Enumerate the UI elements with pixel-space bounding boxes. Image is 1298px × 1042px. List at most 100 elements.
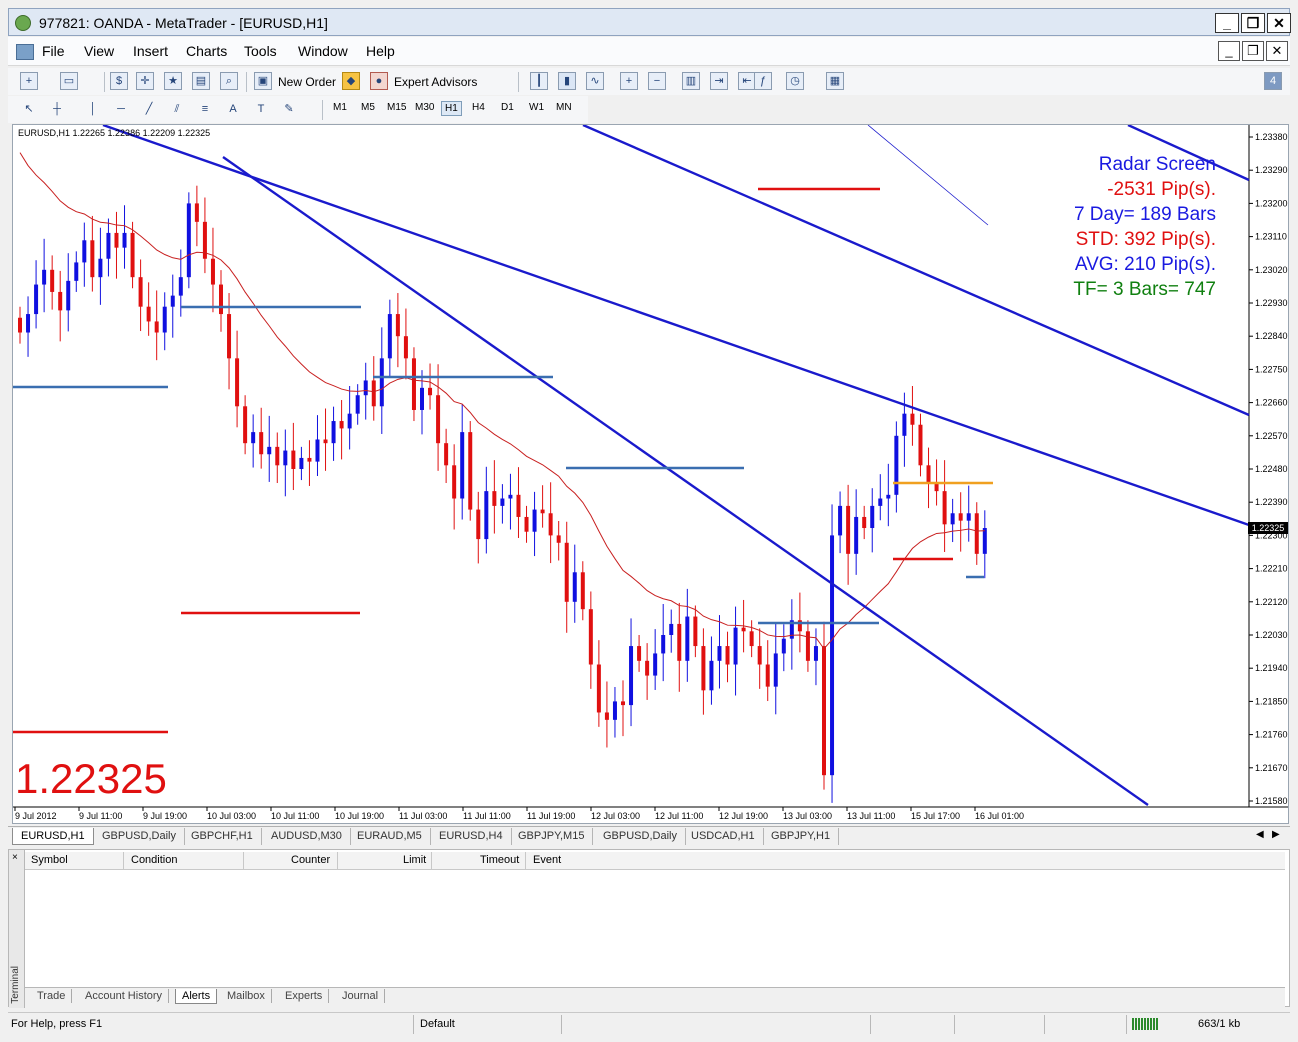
arrows-icon[interactable]: ✎ <box>280 100 298 118</box>
timeframe-h1[interactable]: H1 <box>441 101 462 116</box>
chart-tab-gbpjpy-m15[interactable]: GBPJPY,M15 <box>510 828 594 845</box>
col-timeout[interactable]: Timeout <box>480 854 519 866</box>
tip-icon[interactable]: 4 <box>1264 72 1282 90</box>
menu-tools[interactable]: Tools <box>244 43 277 59</box>
market-watch-icon[interactable]: $ <box>110 72 128 90</box>
timeframe-m1[interactable]: M1 <box>330 101 350 114</box>
new-chart-icon[interactable]: + <box>20 72 38 90</box>
terminal-tab-mailbox[interactable]: Mailbox <box>221 989 272 1003</box>
chart-tab-eurusd-h4[interactable]: EURUSD,H4 <box>431 828 512 845</box>
restore-button[interactable]: ❐ <box>1241 13 1265 33</box>
vertical-line-icon[interactable]: │ <box>84 100 102 118</box>
text-label-icon[interactable]: T <box>252 100 270 118</box>
channel-icon[interactable]: ⫽ <box>168 100 186 118</box>
text-icon[interactable]: A <box>224 100 242 118</box>
chart-tab-euraud-m5[interactable]: EURAUD,M5 <box>349 828 431 845</box>
timeframe-m5[interactable]: M5 <box>358 101 378 114</box>
candle-body <box>66 280 71 311</box>
terminal-tab-experts[interactable]: Experts <box>279 989 330 1003</box>
timeframe-m30[interactable]: M30 <box>412 101 437 114</box>
tabs-scroll-right-icon[interactable]: ▶ <box>1272 829 1280 840</box>
y-tick-label: 1.22390 <box>1255 497 1288 507</box>
chart-tabs-bar: EURUSD,H1 GBPUSD,Daily GBPCHF,H1 AUDUSD,… <box>8 826 1290 846</box>
candle-body <box>757 646 762 665</box>
timeframe-h4[interactable]: H4 <box>469 101 488 114</box>
candle-body <box>50 269 55 292</box>
data-window-icon[interactable]: ✛ <box>136 72 154 90</box>
y-tick-label: 1.22930 <box>1255 298 1288 308</box>
menu-window[interactable]: Window <box>298 43 348 59</box>
timeframe-w1[interactable]: W1 <box>526 101 547 114</box>
line-studies-toolbar: ↖ ┼ │ ─ ╱ ⫽ ≡ A T ✎ M1 M5 M15 M30 H1 H4 … <box>8 96 588 123</box>
chart-close-button[interactable]: ✕ <box>1266 41 1288 61</box>
chart-tab-gbpchf-h1[interactable]: GBPCHF,H1 <box>183 828 262 845</box>
col-symbol[interactable]: Symbol <box>31 854 68 866</box>
new-order-button[interactable]: New Order <box>278 75 336 89</box>
candle-body <box>548 513 553 536</box>
chart-tab-eurusd-h1[interactable]: EURUSD,H1 <box>12 828 94 845</box>
alerts-header: Symbol Condition Counter Limit Timeout E… <box>25 852 1285 870</box>
line-chart-icon[interactable]: ∿ <box>586 72 604 90</box>
col-limit[interactable]: Limit <box>403 854 426 866</box>
terminal-close-icon[interactable]: × <box>12 852 18 863</box>
new-order-icon[interactable]: ▣ <box>254 72 272 90</box>
bar-chart-icon[interactable]: ┃ <box>530 72 548 90</box>
col-event[interactable]: Event <box>533 854 561 866</box>
menu-help[interactable]: Help <box>366 43 395 59</box>
chart-minimize-button[interactable]: _ <box>1218 41 1240 61</box>
candle-body <box>227 314 232 359</box>
timeframe-m15[interactable]: M15 <box>384 101 409 114</box>
trendline <box>867 125 989 226</box>
zoom-out-icon[interactable]: − <box>648 72 666 90</box>
candle-body <box>275 446 280 466</box>
expert-advisors-icon[interactable]: ● <box>370 72 388 90</box>
candlestick-icon[interactable]: ▮ <box>558 72 576 90</box>
col-condition[interactable]: Condition <box>131 854 177 866</box>
moving-average-line <box>19 152 985 650</box>
metaeditor-icon[interactable]: ◆ <box>342 72 360 90</box>
menu-charts[interactable]: Charts <box>186 43 227 59</box>
chart-tab-gbpjpy-h1[interactable]: GBPJPY,H1 <box>763 828 840 845</box>
candle-body <box>484 491 489 540</box>
candle-body <box>717 646 722 661</box>
fibonacci-icon[interactable]: ≡ <box>196 100 214 118</box>
timeframe-d1[interactable]: D1 <box>498 101 517 114</box>
terminal-tab-trade[interactable]: Trade <box>31 989 73 1003</box>
chart-tab-audusd-m30[interactable]: AUDUSD,M30 <box>263 828 351 845</box>
profiles-icon[interactable]: ▭ <box>60 72 78 90</box>
candle-body <box>323 439 328 444</box>
horizontal-line-icon[interactable]: ─ <box>112 100 130 118</box>
candle-body <box>894 435 899 495</box>
chart-tab-gbpusd-daily-2[interactable]: GBPUSD,Daily <box>595 828 686 845</box>
cursor-icon[interactable]: ↖ <box>20 100 38 118</box>
trendline-icon[interactable]: ╱ <box>140 100 158 118</box>
timeframe-mn[interactable]: MN <box>553 101 575 114</box>
chart-restore-button[interactable]: ❐ <box>1242 41 1264 61</box>
periods-icon[interactable]: ◷ <box>786 72 804 90</box>
candle-body <box>500 498 505 506</box>
window-title: 977821: OANDA - MetaTrader - [EURUSD,H1] <box>39 15 328 31</box>
zoom-in-icon[interactable]: + <box>620 72 638 90</box>
terminal-tab-journal[interactable]: Journal <box>336 989 386 1003</box>
terminal-icon[interactable]: ▤ <box>192 72 210 90</box>
tile-windows-icon[interactable]: ▥ <box>682 72 700 90</box>
autoscroll-icon[interactable]: ⇥ <box>710 72 728 90</box>
tabs-scroll-left-icon[interactable]: ◀ <box>1256 829 1264 840</box>
close-button[interactable]: ✕ <box>1267 13 1291 33</box>
chart-tab-usdcad-h1[interactable]: USDCAD,H1 <box>683 828 764 845</box>
chart-tab-gbpusd-daily[interactable]: GBPUSD,Daily <box>94 828 185 845</box>
col-counter[interactable]: Counter <box>291 854 330 866</box>
expert-advisors-button[interactable]: Expert Advisors <box>394 75 477 89</box>
price-chart[interactable]: 1.23380 1.23290 1.23200 1.23110 1.23020 1.229… <box>12 124 1289 824</box>
strategy-tester-icon[interactable]: ⌕ <box>220 72 238 90</box>
indicators-icon[interactable]: ƒ <box>754 72 772 90</box>
menu-insert[interactable]: Insert <box>133 43 168 59</box>
terminal-tab-alerts[interactable]: Alerts <box>175 989 218 1004</box>
crosshair-icon[interactable]: ┼ <box>48 100 66 118</box>
templates-icon[interactable]: ▦ <box>826 72 844 90</box>
minimize-button[interactable]: _ <box>1215 13 1239 33</box>
navigator-icon[interactable]: ★ <box>164 72 182 90</box>
terminal-tab-account-history[interactable]: Account History <box>79 989 170 1003</box>
menu-view[interactable]: View <box>84 43 114 59</box>
menu-file[interactable]: File <box>42 43 65 59</box>
